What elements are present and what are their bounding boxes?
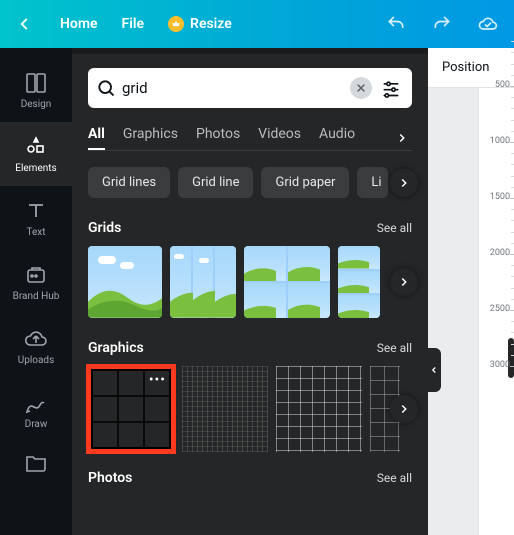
top-toolbar: Home File Resize (0, 0, 514, 48)
back-button[interactable] (12, 15, 36, 33)
undo-button[interactable] (382, 10, 410, 38)
crown-icon (168, 16, 184, 32)
tabs-scroll-right[interactable] (392, 128, 412, 148)
rail-text[interactable]: Text (0, 186, 72, 250)
rail-design[interactable]: Design (0, 58, 72, 122)
ruler-tick: 2500 (482, 304, 510, 314)
tab-audio[interactable]: Audio (319, 126, 355, 150)
file-menu[interactable]: File (122, 16, 145, 32)
graphics-title: Graphics (88, 340, 144, 356)
grids-title: Grids (88, 220, 121, 236)
photos-seeall[interactable]: See all (377, 471, 412, 485)
chip-more[interactable]: Li (357, 167, 387, 198)
rail-design-label: Design (21, 99, 52, 110)
photos-title: Photos (88, 470, 132, 486)
collapse-panel-handle[interactable] (427, 348, 441, 392)
rail-uploads-label: Uploads (18, 355, 54, 366)
rail-draw-label: Draw (25, 419, 48, 430)
resize-menu[interactable]: Resize (168, 16, 232, 32)
ruler-tick: 500 (482, 80, 510, 90)
section-grids: Grids See all (88, 220, 412, 318)
grid-template-2[interactable] (170, 246, 236, 318)
graphic-3x3-grid[interactable]: ••• (88, 366, 174, 452)
rail-elements-label: Elements (15, 163, 56, 174)
rail-text-label: Text (26, 227, 45, 238)
home-menu[interactable]: Home (60, 16, 98, 32)
rail-draw[interactable]: Draw (0, 378, 72, 442)
rail-brandhub[interactable]: Brand Hub (0, 250, 72, 314)
grid-template-1[interactable] (88, 246, 162, 318)
graphics-seeall[interactable]: See all (377, 341, 412, 355)
search-input[interactable] (122, 79, 344, 97)
rail-elements[interactable]: Elements (0, 122, 72, 186)
filter-button[interactable] (378, 75, 404, 101)
resize-label: Resize (190, 16, 232, 32)
tab-graphics[interactable]: Graphics (123, 126, 178, 150)
grids-scroll-right[interactable] (390, 268, 418, 296)
tab-all[interactable]: All (88, 126, 105, 150)
cloud-sync-icon[interactable] (474, 10, 502, 38)
section-graphics: Graphics See all ••• (88, 340, 412, 452)
chip-grid-lines[interactable]: Grid lines (88, 167, 170, 198)
rail-projects[interactable] (0, 442, 72, 482)
tab-photos[interactable]: Photos (196, 126, 240, 150)
graphic-coarse-grid[interactable] (276, 366, 362, 452)
grids-seeall[interactable]: See all (377, 221, 412, 235)
grid-template-3[interactable] (244, 246, 330, 318)
graphics-scroll-right[interactable] (390, 395, 418, 423)
ruler-tick: 2000 (482, 248, 510, 258)
position-button[interactable]: Position (442, 60, 489, 75)
ruler-tick: 3000 (482, 360, 510, 370)
section-photos: Photos See all (88, 470, 412, 486)
tab-videos[interactable]: Videos (258, 126, 301, 150)
search-icon (96, 78, 116, 98)
search-bar (88, 68, 412, 108)
chip-grid-paper[interactable]: Grid paper (261, 167, 349, 198)
vertical-ruler: 50010001500200025003000 (478, 88, 514, 535)
category-tabs: All Graphics Photos Videos Audio (88, 126, 412, 150)
chips-scroll-right[interactable] (390, 169, 418, 197)
more-options-icon[interactable]: ••• (149, 372, 166, 388)
ruler-tick: 1500 (482, 192, 510, 202)
ruler-tick: 1000 (482, 136, 510, 146)
redo-button[interactable] (428, 10, 456, 38)
chip-grid-line[interactable]: Grid line (178, 167, 253, 198)
rail-brandhub-label: Brand Hub (13, 291, 60, 302)
graphic-fine-grid[interactable] (182, 366, 268, 452)
suggestion-chips: Grid lines Grid line Grid paper Li (88, 167, 412, 198)
elements-panel: All Graphics Photos Videos Audio Grid li… (72, 48, 428, 535)
canvas-area: Position 500 1000 1500 2000 2500 3000 (428, 48, 514, 535)
rail-uploads[interactable]: Uploads (0, 314, 72, 378)
side-rail: Design Elements Text Brand Hub Uploads D… (0, 48, 72, 535)
grid-template-4[interactable] (338, 246, 380, 318)
clear-search-button[interactable] (350, 77, 372, 99)
divider (88, 150, 412, 151)
